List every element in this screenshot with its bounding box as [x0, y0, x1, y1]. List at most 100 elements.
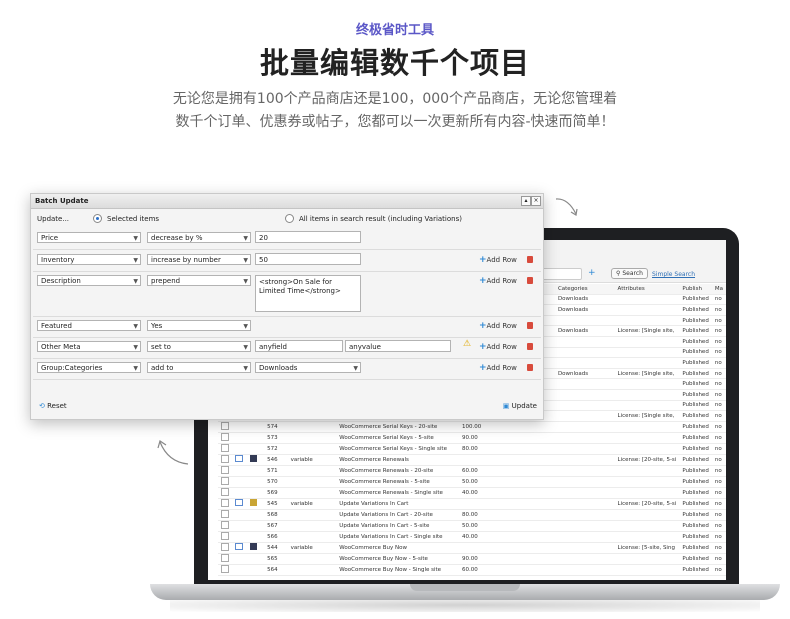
value-textarea[interactable]: <strong>On Sale for Limited Time</strong… [255, 275, 361, 312]
table-row[interactable]: 564 WooCommerce Buy Now - Single site 60.0… [218, 564, 726, 576]
row-checkbox[interactable] [221, 443, 229, 452]
warning-icon: ⚠ [463, 339, 472, 349]
value-input[interactable]: 50 [255, 253, 361, 265]
row-checkbox[interactable] [221, 498, 229, 507]
grid-column-header[interactable]: Ma [711, 284, 726, 295]
action-select[interactable]: set to ▼ [147, 341, 251, 352]
row-checkbox[interactable] [221, 465, 229, 474]
row-checkbox[interactable] [221, 553, 229, 562]
dialog-title: Batch Update [35, 197, 89, 205]
table-row[interactable]: 573 WooCommerce Serial Keys - 5-site 90.00… [218, 432, 726, 444]
curved-arrow-icon [555, 198, 578, 216]
table-row[interactable]: 544 variable WooCommerce Buy Now License: [… [218, 542, 726, 554]
field-select[interactable]: Description ▼ [37, 275, 141, 286]
action-select[interactable]: prepend ▼ [147, 275, 251, 286]
search-button-label: Search [622, 270, 643, 277]
save-icon: ▣ [502, 402, 510, 410]
field-select[interactable]: Group:Categories ▼ [37, 362, 141, 373]
meta-value-input[interactable]: anyvalue [345, 340, 451, 352]
update-button[interactable]: ▣ Update [503, 402, 537, 410]
chevron-down-icon: ▼ [133, 344, 138, 351]
update-scope-row: Update... Selected items All items in se… [31, 210, 543, 226]
row-checkbox[interactable] [221, 476, 229, 485]
plus-icon: + [479, 276, 487, 286]
delete-row-icon[interactable] [527, 277, 533, 284]
add-row-button[interactable]: +Add Row [479, 276, 517, 286]
action-select[interactable]: increase by number ▼ [147, 254, 251, 265]
table-row[interactable]: 568 Update Variations In Cart - 20-site 80… [218, 509, 726, 521]
search-input[interactable] [540, 268, 582, 280]
add-product-button[interactable]: + [588, 268, 596, 278]
grid-column-header[interactable]: Categories [554, 284, 615, 295]
value-input[interactable]: 20 [255, 231, 361, 243]
curved-arrow-icon [157, 440, 189, 465]
chevron-down-icon: ▼ [353, 365, 358, 372]
delete-row-icon[interactable] [527, 256, 533, 263]
table-row[interactable]: 574 WooCommerce Serial Keys - 20-site 100.… [218, 421, 726, 433]
variations-icon[interactable] [235, 455, 243, 463]
action-select[interactable]: add to ▼ [147, 362, 251, 373]
table-row[interactable]: 565 WooCommerce Buy Now - 5-site 90.00 Publ… [218, 553, 726, 565]
row-checkbox[interactable] [221, 531, 229, 540]
page-title: 批量编辑数千个项目 [259, 46, 530, 80]
grid-column-header[interactable]: Attributes [614, 284, 680, 295]
minimize-icon[interactable]: ▴ [521, 196, 531, 206]
grid-column-header[interactable]: Publish [679, 284, 712, 295]
chevron-down-icon: ▼ [133, 365, 138, 372]
table-row[interactable]: 566 Update Variations In Cart - Single si… [218, 531, 726, 543]
chevron-down-icon: ▼ [243, 235, 248, 242]
table-row[interactable]: 569 WooCommerce Renewals - Single site 40.… [218, 487, 726, 499]
table-row[interactable]: 546 variable WooCommerce Renewals License: … [218, 454, 726, 466]
row-checkbox[interactable] [221, 421, 229, 430]
table-row[interactable]: 570 WooCommerce Renewals - 5-site 50.00 Pub… [218, 476, 726, 488]
row-checkbox[interactable] [221, 487, 229, 496]
batch-rule-row: Other Meta ▼ set to ▼ anyfield anyvalue ⚠ +Add … [33, 337, 541, 359]
add-row-button[interactable]: +Add Row [479, 321, 517, 331]
add-row-button[interactable]: +Add Row [479, 255, 517, 265]
delete-row-icon[interactable] [527, 322, 533, 329]
batch-rule-row: Price ▼ decrease by % ▼ 20 [33, 228, 541, 250]
chevron-down-icon: ▼ [243, 257, 248, 264]
row-checkbox[interactable] [221, 520, 229, 529]
row-checkbox[interactable] [221, 509, 229, 518]
reset-button[interactable]: ⟲ Reset [39, 402, 67, 410]
chevron-down-icon: ▼ [243, 365, 248, 372]
add-row-button[interactable]: +Add Row [479, 342, 517, 352]
plus-icon: + [479, 321, 487, 331]
delete-row-icon[interactable] [527, 364, 533, 371]
row-checkbox[interactable] [221, 564, 229, 573]
table-row[interactable]: 567 Update Variations In Cart - 5-site 50.… [218, 520, 726, 532]
row-checkbox[interactable] [221, 454, 229, 463]
close-icon[interactable]: × [531, 196, 541, 206]
product-thumbnail [250, 499, 258, 507]
table-row[interactable]: 571 WooCommerce Renewals - 20-site 60.00 Pu… [218, 465, 726, 477]
batch-rule-row: Description ▼ prepend ▼ <strong>On Sale for … [33, 271, 541, 317]
field-select[interactable]: Other Meta ▼ [37, 341, 141, 352]
eyebrow: 终极省时工具 [355, 23, 434, 38]
variations-icon[interactable] [235, 543, 243, 551]
field-select[interactable]: Inventory ▼ [37, 254, 141, 265]
chevron-down-icon: ▼ [133, 323, 138, 330]
simple-search-link[interactable]: Simple Search [652, 271, 695, 278]
chevron-down-icon: ▼ [133, 257, 138, 264]
value-select[interactable]: Downloads ▼ [255, 362, 361, 373]
table-row[interactable]: 545 variable Update Variations In Cart Lice… [218, 498, 726, 510]
field-select[interactable]: Price ▼ [37, 232, 141, 243]
row-checkbox[interactable] [221, 542, 229, 551]
reset-label: Reset [47, 402, 67, 410]
add-row-button[interactable]: +Add Row [479, 363, 517, 373]
reset-icon: ⟲ [39, 402, 45, 410]
search-button[interactable]: ⚲ Search [611, 268, 648, 279]
action-select[interactable]: decrease by % ▼ [147, 232, 251, 243]
radio-selected-items[interactable] [93, 214, 102, 223]
row-checkbox[interactable] [221, 432, 229, 441]
meta-key-input[interactable]: anyfield [255, 340, 343, 352]
variations-icon[interactable] [235, 499, 243, 507]
delete-row-icon[interactable] [527, 343, 533, 350]
action-select[interactable]: Yes ▼ [147, 320, 251, 331]
chevron-down-icon: ▼ [243, 278, 248, 285]
table-row[interactable]: 572 WooCommerce Serial Keys - Single site… [218, 443, 726, 455]
chevron-down-icon: ▼ [243, 323, 248, 330]
radio-all-items[interactable] [285, 214, 294, 223]
field-select[interactable]: Featured ▼ [37, 320, 141, 331]
